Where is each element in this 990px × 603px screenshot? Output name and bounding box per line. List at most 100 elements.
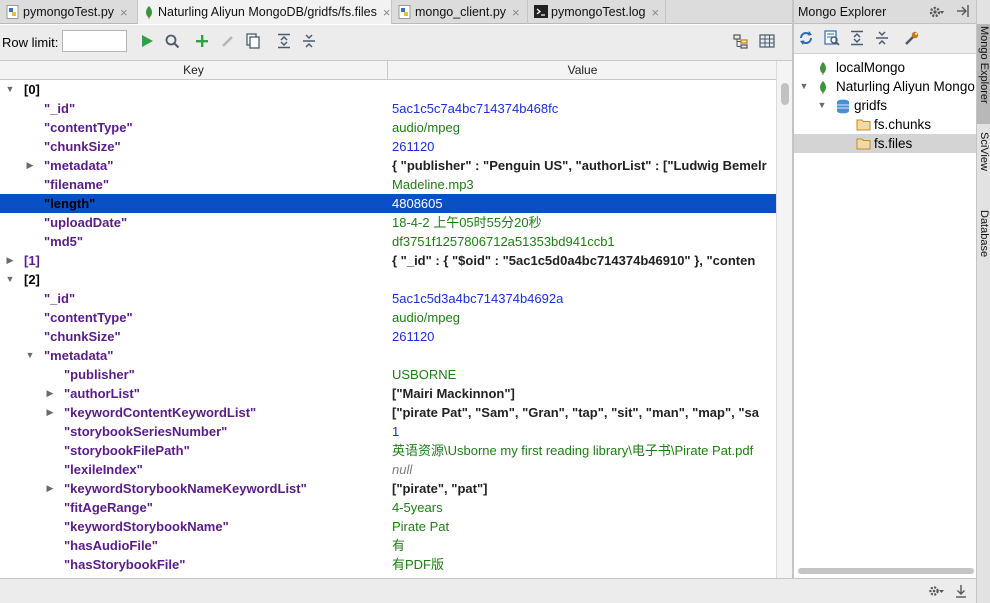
row-value: df3751f1257806712a51353bd941ccb1 (392, 234, 615, 249)
collapse-all-icon[interactable] (875, 30, 889, 49)
table-row[interactable]: "chunkSize" 261120 (0, 327, 776, 346)
side-tab-label: SciView (978, 132, 990, 171)
table-row[interactable]: "contentType" audio/mpeg (0, 308, 776, 327)
download-icon[interactable] (955, 583, 967, 602)
table-row[interactable]: "storybookFilePath" 英语资源\Usborne my first… (0, 441, 776, 460)
value-column-header[interactable]: Value (389, 61, 776, 80)
editor-tab[interactable]: mongo_client.py × (392, 0, 528, 24)
table-row[interactable]: "contentType" audio/mpeg (0, 118, 776, 137)
row-value: null (392, 462, 413, 477)
grid-header: Key Value (0, 61, 776, 80)
collapse-arrow-icon[interactable]: ▼ (4, 270, 16, 289)
folder-icon (856, 118, 871, 131)
row-key: "_id" (44, 291, 76, 306)
table-row[interactable]: ▼ [0] (0, 80, 776, 99)
status-gear-icon[interactable] (928, 584, 946, 601)
close-icon[interactable]: × (512, 5, 520, 20)
scroll-thumb[interactable] (798, 568, 974, 574)
side-tab[interactable]: Mongo Explorer (977, 24, 990, 124)
tree-node[interactable]: ▼ Naturling Aliyun Mongo (794, 77, 976, 96)
table-row[interactable]: "_id" 5ac1c5c7a4bc714374b468fc (0, 99, 776, 118)
table-row[interactable]: ▼ "metadata" (0, 346, 776, 365)
find-icon[interactable] (162, 31, 182, 51)
table-row[interactable]: "keywordStorybookName" Pirate Pat (0, 517, 776, 536)
collapse-arrow-icon[interactable]: ▼ (4, 80, 16, 99)
table-row[interactable]: "publisher" USBORNE (0, 365, 776, 384)
editor-tab[interactable]: pymongoTest.log × (528, 0, 666, 24)
table-row[interactable]: "hasStorybookFile" 有PDF版 (0, 555, 776, 574)
scroll-thumb[interactable] (781, 83, 789, 105)
table-row[interactable]: ▶ [1] { "_id" : { "$oid" : "5ac1c5d0a4bc71… (0, 251, 776, 270)
table-row[interactable]: "uploadDate" 18-4-2 上午05时55分20秒 (0, 213, 776, 232)
table-row[interactable]: ▶ "keywordContentKeywordList" ["pirate Pat… (0, 403, 776, 422)
tree-node[interactable]: fs.chunks (794, 115, 976, 134)
row-key: [0] (24, 82, 40, 97)
run-icon[interactable] (137, 31, 157, 51)
table-row[interactable]: ▼ [2] (0, 270, 776, 289)
table-row[interactable]: "filename" Madeline.mp3 (0, 175, 776, 194)
settings-gear-icon[interactable] (928, 4, 944, 23)
table-row[interactable]: "storybookSeriesNumber" 1 (0, 422, 776, 441)
copy-icon[interactable] (243, 31, 263, 51)
row-key: "storybookSeriesNumber" (64, 424, 228, 439)
collapse-arrow-icon[interactable]: ▼ (816, 96, 828, 115)
expand-all-icon[interactable] (850, 30, 864, 49)
tab-label: pymongoTest.py (23, 5, 115, 19)
grid-vertical-scrollbar[interactable] (776, 61, 792, 578)
hide-panel-icon[interactable] (956, 4, 970, 21)
add-icon[interactable] (192, 31, 212, 51)
row-key: "uploadDate" (44, 215, 128, 230)
collapse-arrow-icon[interactable]: ▼ (24, 346, 36, 365)
row-value: { "publisher" : "Penguin US", "authorLis… (392, 158, 767, 173)
editor-tab[interactable]: Naturling Aliyun MongoDB/gridfs/fs.files… (138, 0, 392, 24)
tree-node[interactable]: ▼ gridfs (794, 96, 976, 115)
status-bar (0, 578, 976, 603)
table-row[interactable]: ▶ "authorList" ["Mairi Mackinnon"] (0, 384, 776, 403)
row-value: Pirate Pat (392, 519, 450, 534)
tree-node[interactable]: fs.files (794, 134, 976, 153)
row-value: ["pirate", "pat"] (392, 481, 488, 496)
editor-tab[interactable]: pymongoTest.py × (0, 0, 138, 24)
close-icon[interactable]: × (383, 5, 391, 20)
explorer-horizontal-scrollbar[interactable] (794, 566, 976, 576)
tab-label: Naturling Aliyun MongoDB/gridfs/fs.files (158, 5, 377, 19)
database-icon (836, 99, 850, 114)
expand-arrow-icon[interactable]: ▶ (44, 479, 56, 498)
table-row[interactable]: "length" 4808605 (0, 194, 776, 213)
table-row[interactable]: ▶ "metadata" { "publisher" : "Penguin US",… (0, 156, 776, 175)
query-icon[interactable] (824, 30, 840, 49)
side-tab[interactable]: SciView (977, 130, 990, 194)
collapse-all-icon[interactable] (299, 31, 319, 51)
table-row[interactable]: "lexileIndex" null (0, 460, 776, 479)
table-row[interactable]: "_id" 5ac1c5d3a4bc714374b4692a (0, 289, 776, 308)
tree-node[interactable]: localMongo (794, 58, 976, 77)
row-value: 4-5years (392, 500, 443, 515)
table-row[interactable]: "hasAudioFile" 有 (0, 536, 776, 555)
table-row[interactable]: "chunkSize" 261120 (0, 137, 776, 156)
row-key: "_id" (44, 101, 76, 116)
expand-arrow-icon[interactable]: ▶ (4, 251, 16, 270)
row-value: 5ac1c5d3a4bc714374b4692a (392, 291, 564, 306)
expand-arrow-icon[interactable]: ▶ (44, 403, 56, 422)
table-row[interactable]: "md5" df3751f1257806712a51353bd941ccb1 (0, 232, 776, 251)
key-column-header[interactable]: Key (0, 61, 388, 80)
row-limit-input[interactable] (62, 30, 127, 52)
row-value: ["pirate Pat", "Sam", "Gran", "tap", "si… (392, 405, 759, 420)
expand-arrow-icon[interactable]: ▶ (24, 156, 36, 175)
close-icon[interactable]: × (120, 5, 128, 20)
tree-view-icon[interactable] (731, 31, 751, 51)
settings-wrench-icon[interactable] (904, 30, 920, 49)
side-tab[interactable]: Database (977, 208, 990, 280)
row-value: 有PDF版 (392, 557, 445, 572)
row-value: USBORNE (392, 367, 457, 382)
refresh-icon[interactable] (798, 30, 814, 49)
expand-all-icon[interactable] (274, 31, 294, 51)
collapse-arrow-icon[interactable]: ▼ (798, 77, 810, 96)
table-row[interactable]: "fitAgeRange" 4-5years (0, 498, 776, 517)
expand-arrow-icon[interactable]: ▶ (44, 384, 56, 403)
close-icon[interactable]: × (652, 5, 660, 20)
table-row[interactable]: ▶ "keywordStorybookNameKeywordList" ["pira… (0, 479, 776, 498)
table-view-icon[interactable] (757, 31, 777, 51)
edit-icon[interactable] (218, 31, 238, 51)
row-value: 261120 (392, 139, 435, 154)
